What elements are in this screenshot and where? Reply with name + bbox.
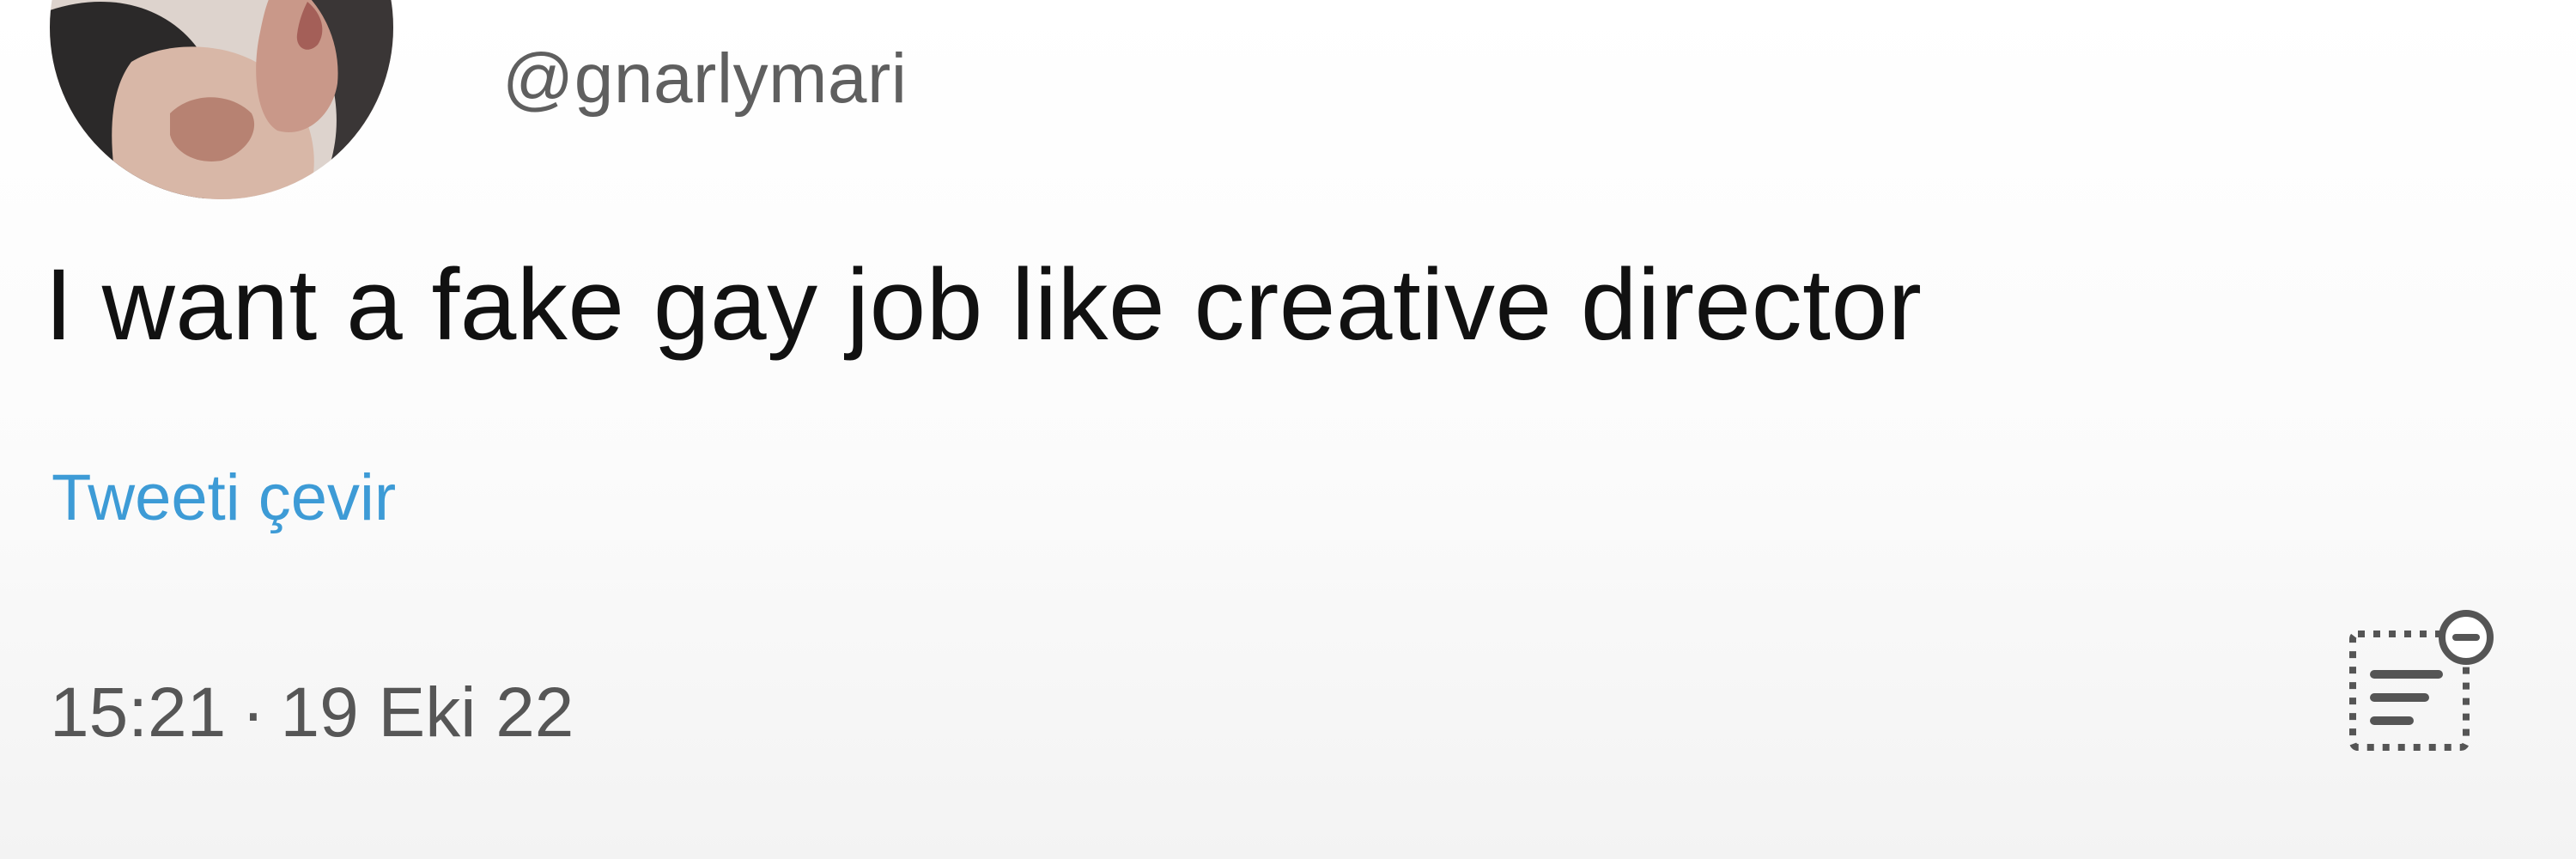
tweet-date: 19 Eki 22 <box>280 673 574 752</box>
tweet-timestamp[interactable]: 15:21 · 19 Eki 22 <box>50 670 574 756</box>
translate-tweet-link[interactable]: Tweeti çevir <box>52 455 396 541</box>
avatar[interactable] <box>50 0 393 199</box>
author-handle[interactable]: @gnarlymari <box>502 36 908 122</box>
tweet-card: @gnarlymari I want a fake gay job like c… <box>0 0 2576 859</box>
view-analytics-icon[interactable] <box>2336 601 2507 773</box>
timestamp-separator: · <box>241 673 265 752</box>
tweet-text: I want a fake gay job like creative dire… <box>45 248 1923 362</box>
tweet-time: 15:21 <box>50 673 227 752</box>
avatar-photo <box>50 0 393 199</box>
